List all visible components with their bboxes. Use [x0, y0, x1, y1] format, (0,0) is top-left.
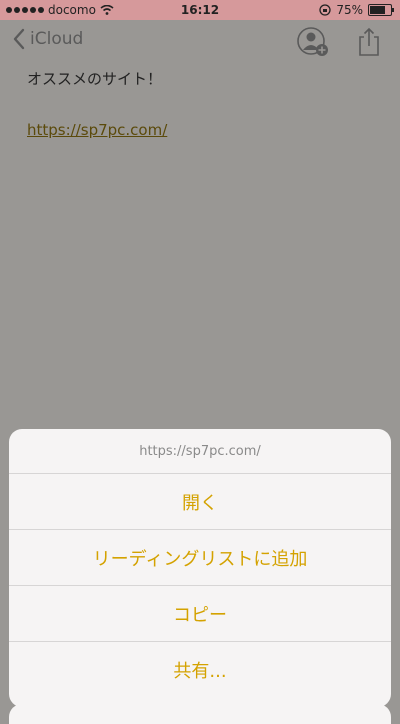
share-icon[interactable]	[356, 26, 382, 58]
add-to-reading-list-button[interactable]: リーディングリストに追加	[9, 530, 391, 586]
rotation-lock-icon	[319, 4, 331, 16]
add-person-icon[interactable]	[296, 26, 330, 58]
note-body[interactable]: オススメのサイト！ https://sp7pc.com/	[27, 66, 387, 139]
cancel-button[interactable]	[9, 704, 391, 724]
open-link-button[interactable]: 開く	[9, 474, 391, 530]
back-button-label: iCloud	[30, 29, 84, 49]
note-text: オススメのサイト！	[27, 70, 163, 88]
copy-button[interactable]: コピー	[9, 586, 391, 642]
status-bar: docomo 16:12 75%	[0, 0, 400, 20]
chevron-left-icon	[13, 28, 25, 50]
navigation-bar: iCloud	[0, 20, 400, 64]
status-right-group: 75%	[319, 3, 394, 17]
battery-fill	[370, 6, 385, 14]
back-button[interactable]: iCloud	[12, 28, 83, 50]
battery-icon	[368, 4, 394, 16]
link-action-sheet: https://sp7pc.com/ 開く リーディングリストに追加 コピー 共…	[9, 429, 391, 707]
battery-percent: 75%	[336, 3, 363, 17]
note-link[interactable]: https://sp7pc.com/	[27, 121, 167, 139]
action-sheet-title: https://sp7pc.com/	[9, 429, 391, 474]
share-link-button[interactable]: 共有...	[9, 642, 391, 697]
